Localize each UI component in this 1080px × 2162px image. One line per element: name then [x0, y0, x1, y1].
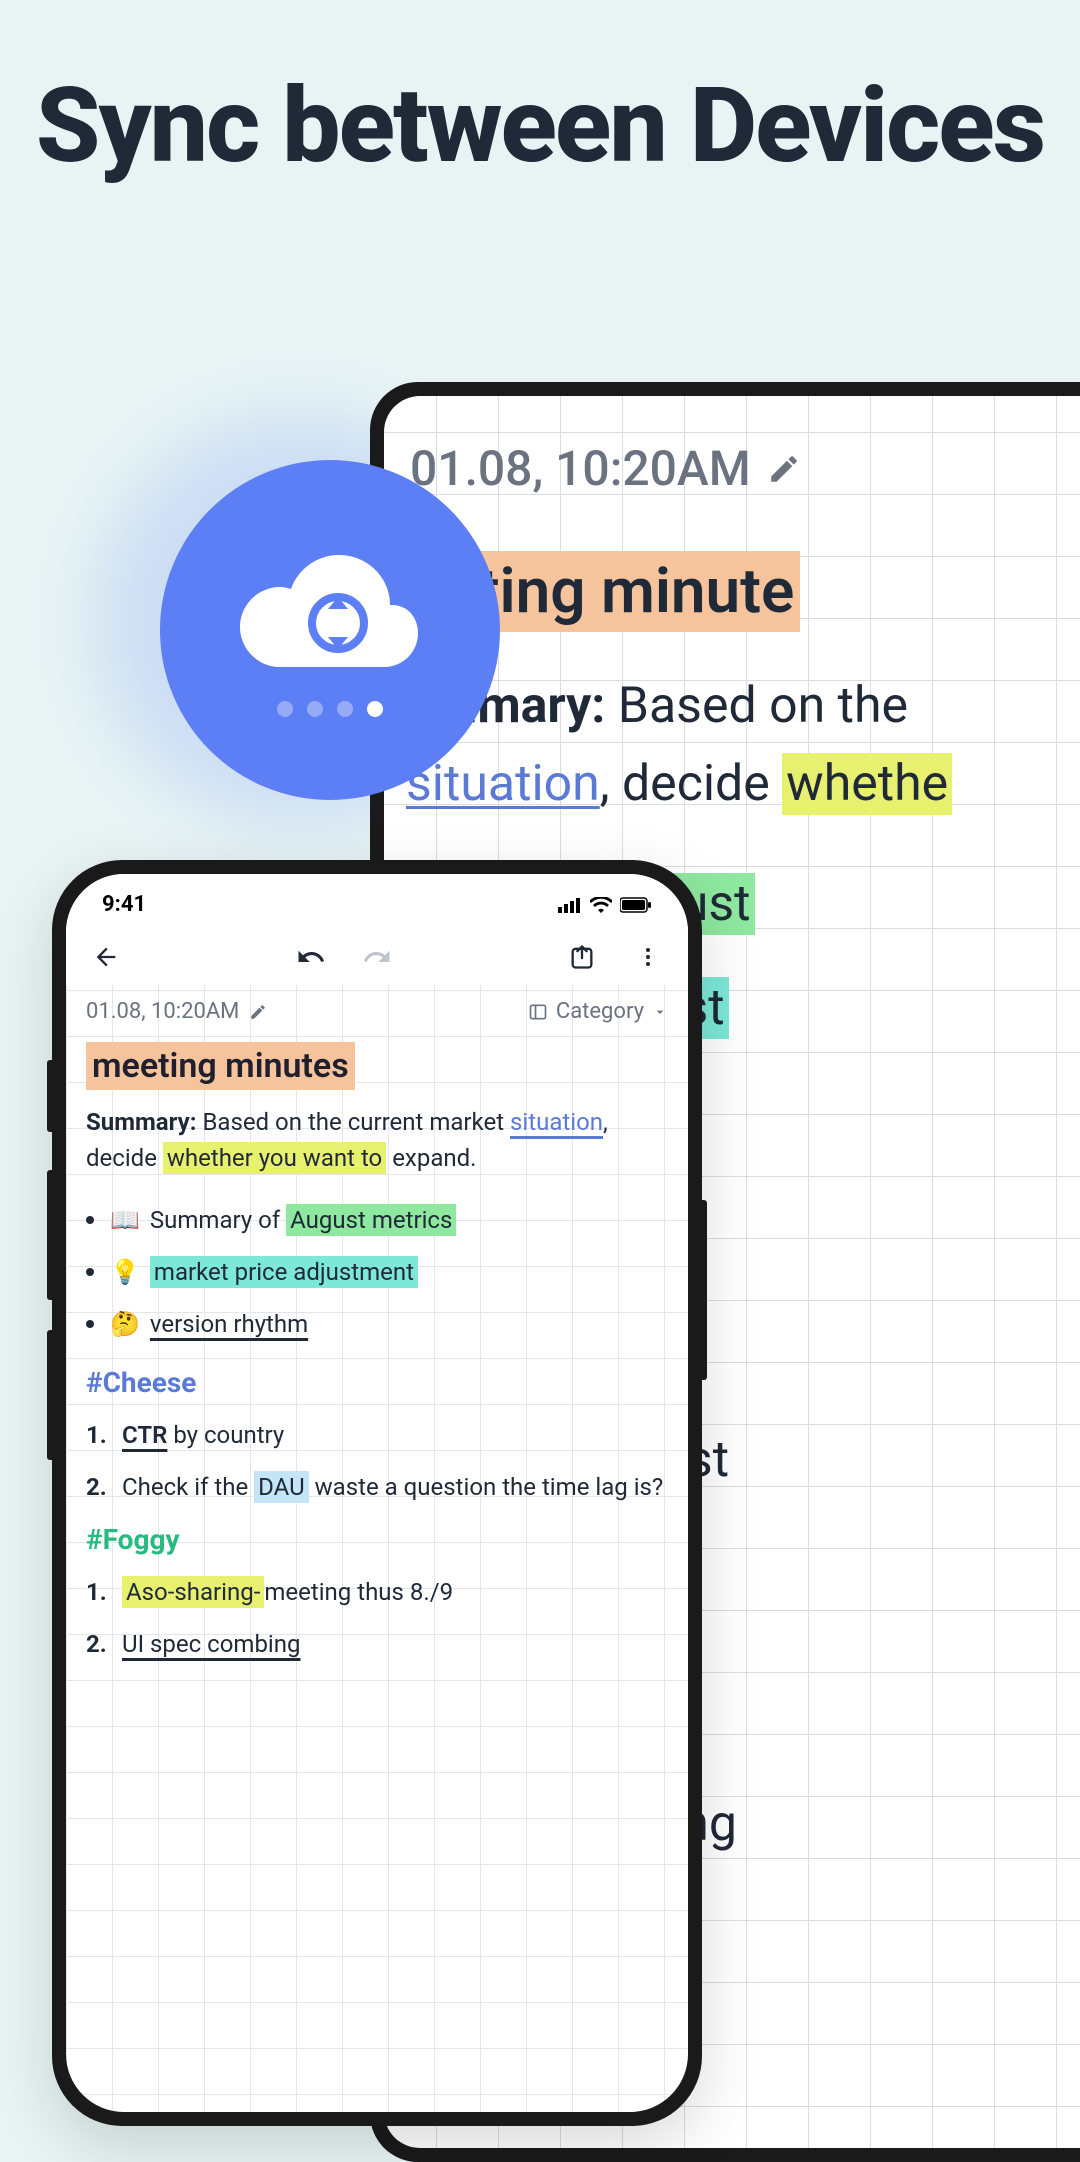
category-selector[interactable]: Category	[528, 999, 668, 1024]
redo-button[interactable]	[361, 941, 393, 973]
marketing-headline: Sync between Devices	[0, 0, 1080, 184]
section-heading-foggy: #Foggy	[86, 1523, 668, 1556]
back-button[interactable]	[90, 941, 122, 973]
status-time: 9:41	[102, 892, 146, 917]
list-item: 1.CTR by country	[86, 1417, 668, 1453]
wifi-icon	[590, 897, 612, 913]
datetime-text: 01.08, 10:20AM	[410, 440, 751, 497]
list-item: 1.Aso-sharing-meeting thus 8./9	[86, 1574, 668, 1610]
list-item: 📖 Summary of August metrics	[86, 1206, 668, 1234]
undo-button[interactable]	[295, 941, 327, 973]
more-button[interactable]	[632, 941, 664, 973]
note-datetime[interactable]: 01.08, 10:20AM	[86, 999, 267, 1024]
edit-icon[interactable]	[767, 452, 801, 486]
signal-icon	[558, 897, 582, 913]
note-subheader: 01.08, 10:20AM Category	[66, 985, 688, 1040]
sidebar-icon	[528, 1002, 548, 1022]
list-item: 2.UI spec combing	[86, 1626, 668, 1662]
section2-list: 1.Aso-sharing-meeting thus 8./9 2.UI spe…	[86, 1574, 668, 1662]
note-title: meeting minutes	[86, 1046, 668, 1086]
sync-progress-dots	[277, 701, 383, 717]
note-datetime[interactable]: 01.08, 10:20AM	[410, 440, 1080, 497]
phone-screen: 9:41	[66, 874, 688, 2112]
list-item: 2.Check if the DAU waste a question the …	[86, 1469, 668, 1505]
list-item: 🤔 version rhythm	[86, 1310, 668, 1338]
cloud-sync-badge	[160, 460, 500, 800]
battery-icon	[620, 897, 652, 913]
bullet-list: 📖 Summary of August metrics 💡 market pri…	[86, 1206, 668, 1338]
phone-device: 9:41	[52, 860, 702, 2126]
cloud-sync-icon	[225, 543, 435, 683]
edit-icon[interactable]	[249, 1003, 267, 1021]
editor-toolbar	[66, 923, 688, 985]
note-summary: Summary: Based on the current market sit…	[86, 1104, 668, 1176]
share-button[interactable]	[566, 941, 598, 973]
situation-link[interactable]: situation	[510, 1108, 603, 1136]
note-title: eeting minute	[406, 555, 1080, 628]
list-item: 💡 market price adjustment	[86, 1256, 668, 1288]
status-bar: 9:41	[66, 874, 688, 923]
section1-list: 1.CTR by country 2.Check if the DAU wast…	[86, 1417, 668, 1505]
section-heading-cheese: #Cheese	[86, 1366, 668, 1399]
note-content[interactable]: meeting minutes Summary: Based on the cu…	[66, 1040, 688, 1662]
note-summary: ummary: Based on the situation, decide w…	[406, 668, 1080, 823]
chevron-down-icon	[652, 1004, 668, 1020]
